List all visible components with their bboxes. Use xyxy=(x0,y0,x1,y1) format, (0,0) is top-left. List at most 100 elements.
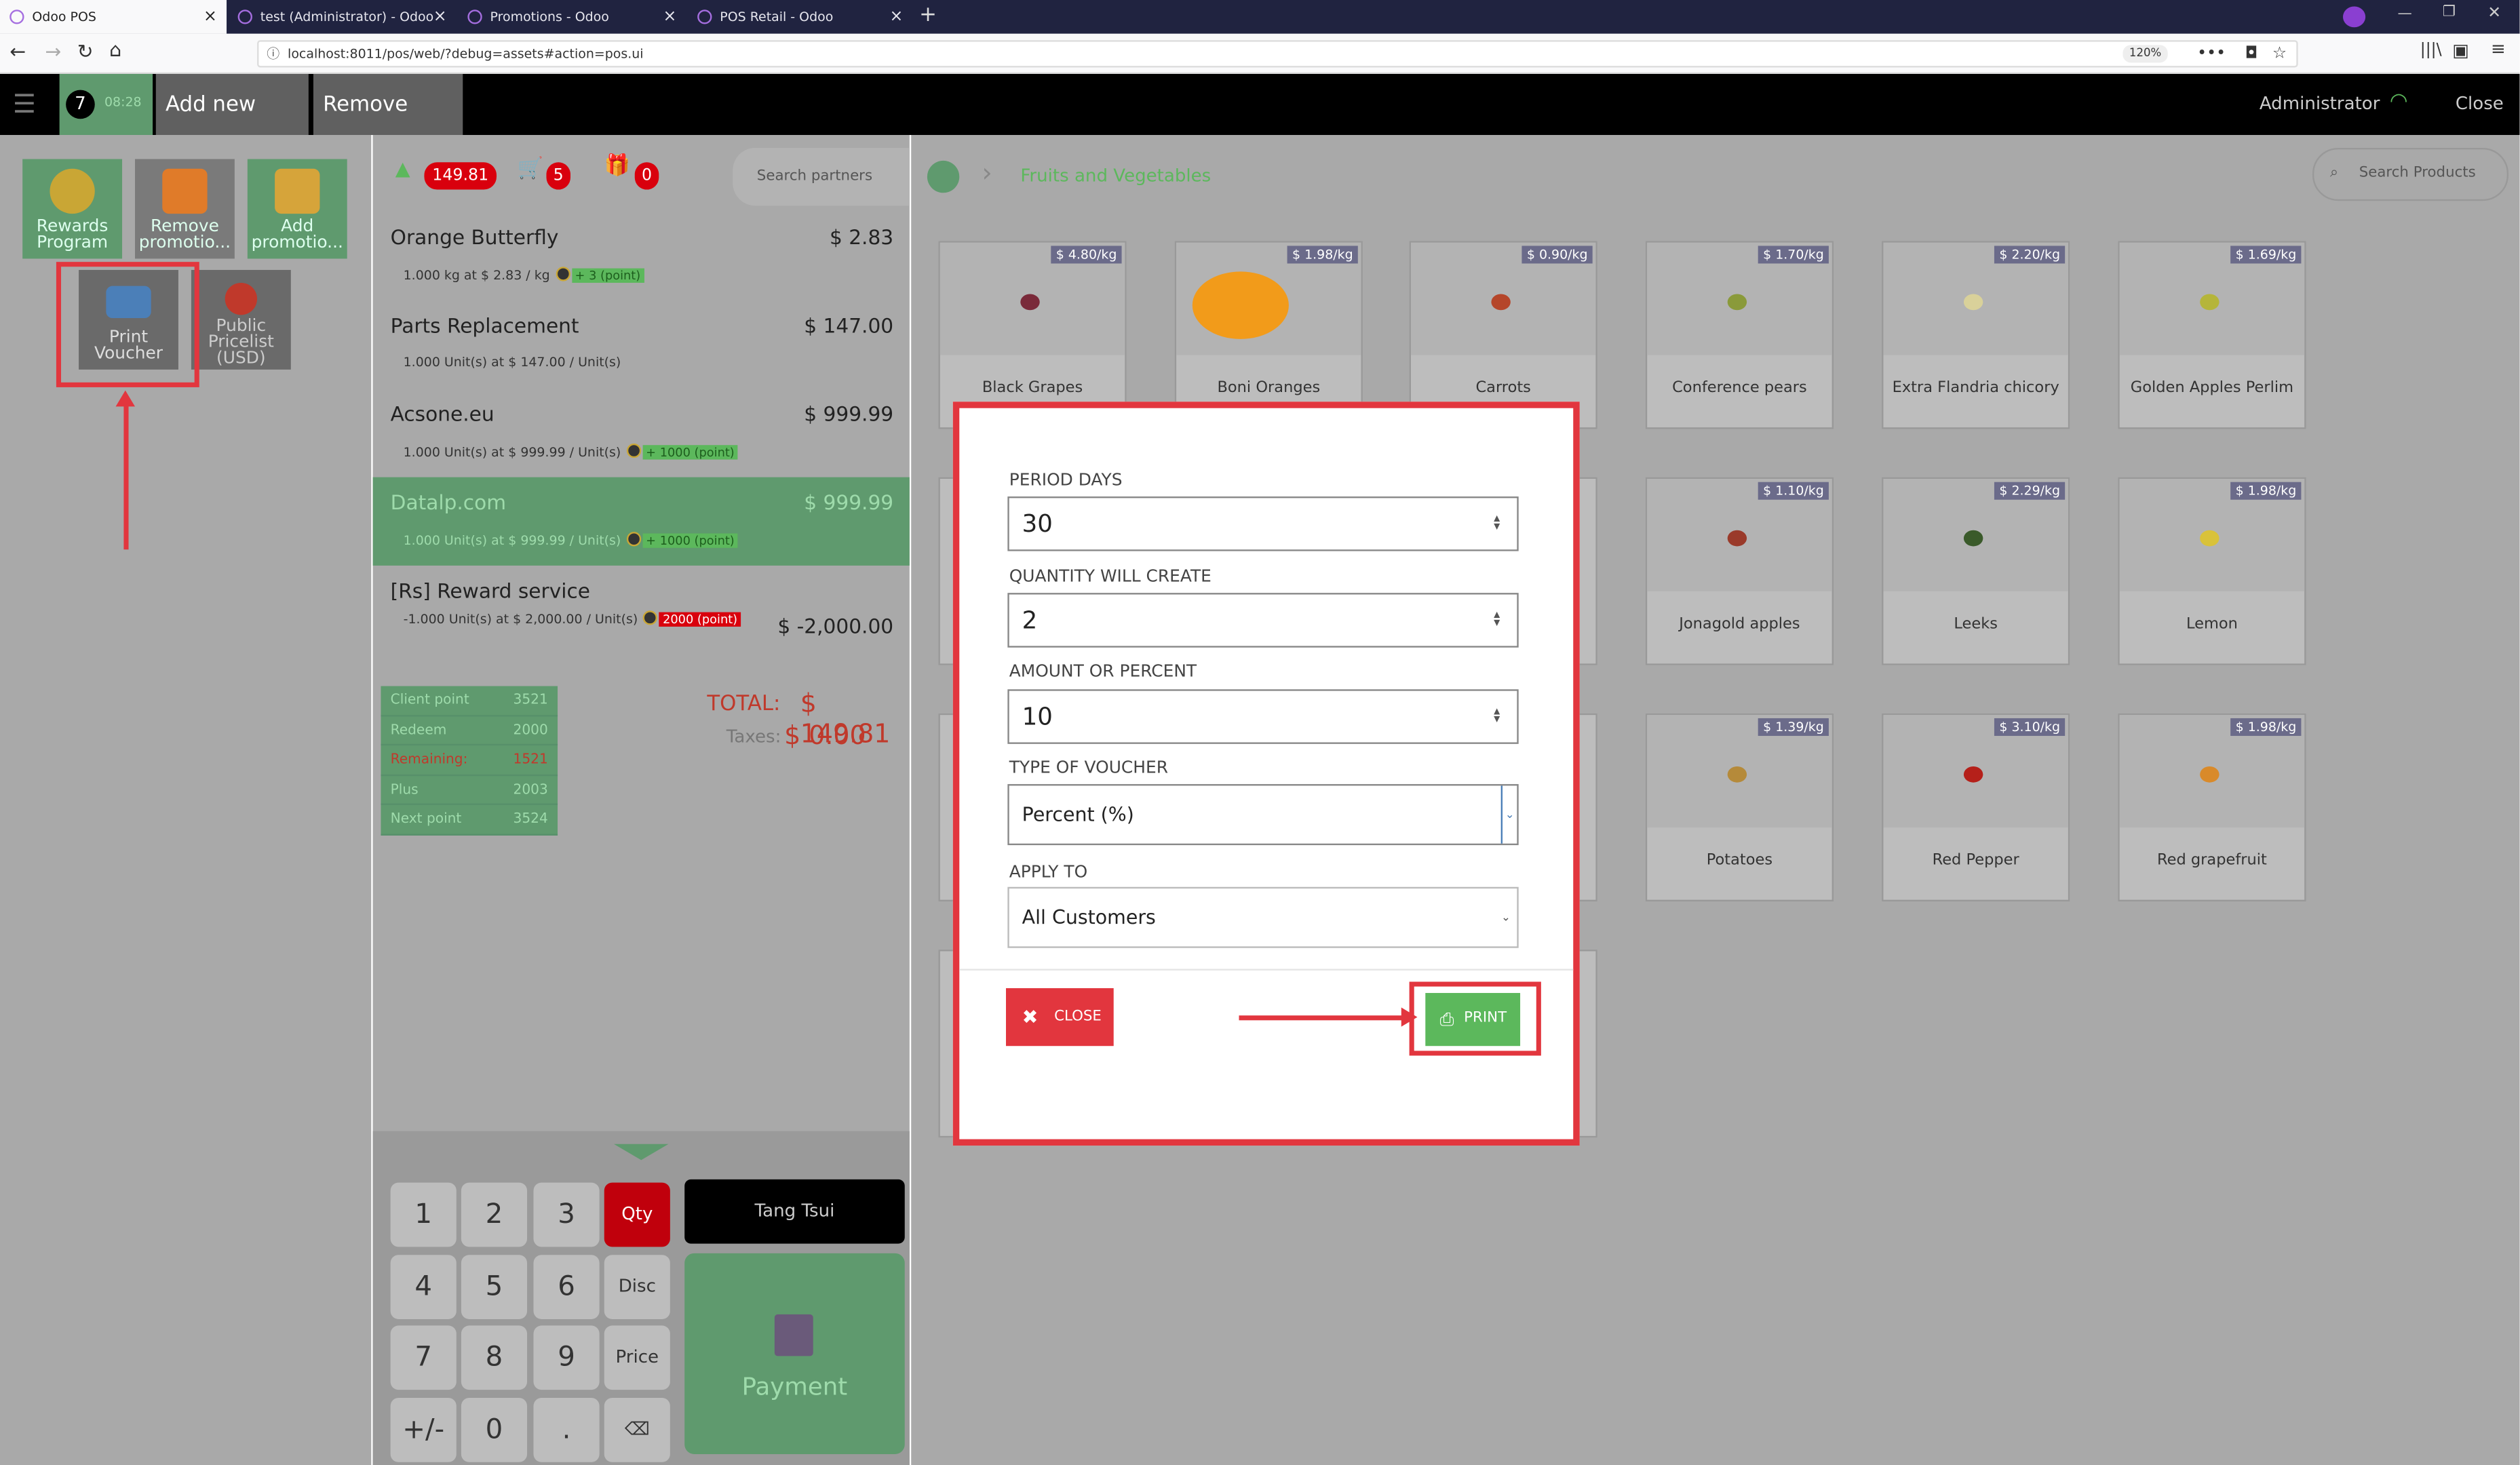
add-new-order-button[interactable]: Add new order xyxy=(155,73,309,182)
product-card[interactable]: $ 3.10/kg Red Pepper xyxy=(1882,713,2070,902)
product-card[interactable]: $ 1.98/kg Boni Oranges xyxy=(1174,241,1363,429)
order-time: 08:28 xyxy=(104,94,142,110)
product-card[interactable]: $ 1.70/kg Conference pears xyxy=(1645,241,1834,429)
minimize-icon[interactable]: — xyxy=(2398,6,2412,22)
new-tab-button[interactable]: + xyxy=(919,3,937,28)
sidebar-toggle-icon[interactable]: ▣ xyxy=(2452,40,2469,61)
reload-icon[interactable]: ↻ xyxy=(77,40,94,62)
numpad-key[interactable]: 5 xyxy=(461,1255,528,1319)
order-line[interactable]: [Rs] Reward service $ -2,000.00 -1.000 Uni… xyxy=(373,566,910,654)
add-promotion-button[interactable]: Add promotio... xyxy=(247,159,347,259)
product-card[interactable]: $ 0.90/kg Carrots xyxy=(1409,241,1597,429)
order-line[interactable]: Acsone.eu $ 999.99 1.000 Unit(s) at $ 999.… xyxy=(373,389,910,477)
restore-icon[interactable]: ❐ xyxy=(2443,5,2456,21)
numpad-key[interactable]: 8 xyxy=(461,1325,528,1390)
quantity-label: QUANTITY WILL CREATE xyxy=(1009,567,1211,587)
remove-promotion-button[interactable]: Remove promotio... xyxy=(134,159,235,259)
numpad-key[interactable]: 9 xyxy=(533,1325,600,1390)
search-icon: ⌕ xyxy=(2330,165,2339,182)
numpad-key[interactable]: 2 xyxy=(461,1182,528,1247)
gift-icon[interactable]: 🎁 xyxy=(604,154,630,178)
product-name: Black Grapes xyxy=(982,379,1083,397)
close-tab-icon[interactable]: × xyxy=(203,0,217,34)
category-breadcrumb[interactable]: Fruits and Vegetables xyxy=(1020,165,1211,187)
total-label: TOTAL: xyxy=(707,692,781,717)
order-line[interactable]: Orange Butterfly $ 2.83 1.000 kg at $ 2.83… xyxy=(373,212,910,300)
numpad-key[interactable]: 1 xyxy=(390,1182,457,1247)
numpad-key[interactable]: 6 xyxy=(533,1255,600,1319)
more-actions-icon[interactable]: ••• xyxy=(2197,42,2226,66)
stepper-icon[interactable]: ▲ ▼ xyxy=(1490,515,1504,532)
order-tab[interactable]: 7 08:28 xyxy=(59,73,153,135)
home-category-icon[interactable] xyxy=(927,160,960,193)
numpad-key[interactable]: . xyxy=(533,1398,600,1462)
product-name: Carrots xyxy=(1475,379,1531,397)
order-line-name: Orange Butterfly xyxy=(390,224,559,250)
order-line-detail: 1.000 Unit(s) at $ 999.99 / Unit(s) + 10… xyxy=(404,443,738,460)
product-name: Lemon xyxy=(2186,615,2238,633)
search-products-input[interactable]: ⌕ Search Products xyxy=(2312,147,2509,201)
close-tab-icon[interactable]: × xyxy=(663,0,676,34)
product-card[interactable]: $ 1.98/kg Red grapefruit xyxy=(2118,713,2306,902)
username[interactable]: Administrator xyxy=(2260,93,2380,114)
apply-to-select[interactable]: All Customers ⌄ xyxy=(1007,886,1519,948)
numpad-key[interactable]: 4 xyxy=(390,1255,457,1319)
numpad-key[interactable]: Qty xyxy=(604,1182,670,1247)
customer-button[interactable]: Tang Tsui xyxy=(684,1179,905,1244)
numpad-key[interactable]: Price xyxy=(604,1325,670,1390)
amount-input[interactable]: 10 ▲ ▼ xyxy=(1007,689,1519,744)
window-close-icon[interactable]: ✕ xyxy=(2487,5,2501,22)
order-line[interactable]: Parts Replacement $ 147.00 1.000 Unit(s) a… xyxy=(373,300,910,389)
tab-promotions[interactable]: Promotions - Odoo × xyxy=(458,0,686,34)
quantity-input[interactable]: 2 ▲ ▼ xyxy=(1007,593,1519,648)
pocket-icon[interactable]: ◘ xyxy=(2245,42,2258,66)
library-icon[interactable]: |||\ xyxy=(2420,42,2442,60)
stepper-icon[interactable]: ▲ ▼ xyxy=(1490,611,1504,629)
product-price: $ 2.20/kg xyxy=(1994,246,2066,264)
tab-test-admin[interactable]: test (Administrator) - Odoo × xyxy=(228,0,456,34)
breadcrumb-chevron-icon: › xyxy=(982,157,992,189)
public-pricelist-button[interactable]: Public Pricelist (USD) xyxy=(191,269,291,370)
url-bar[interactable]: ⓘ localhost:8011/pos/web/?debug=assets#a… xyxy=(257,40,2298,68)
chevron-down-icon[interactable]: ⌄ xyxy=(1500,785,1517,844)
rewards-program-button[interactable]: Rewards Program xyxy=(22,159,123,259)
product-card[interactable]: $ 2.29/kg Leeks xyxy=(1882,477,2070,665)
search-partners-input[interactable]: Search partners xyxy=(733,147,910,206)
numpad-key[interactable]: Disc xyxy=(604,1255,670,1319)
tab-pos-retail[interactable]: POS Retail - Odoo × xyxy=(688,0,913,34)
product-card[interactable]: $ 1.39/kg Potatoes xyxy=(1645,713,1834,902)
numpad-key[interactable]: 3 xyxy=(533,1182,600,1247)
bookmark-star-icon[interactable]: ☆ xyxy=(2272,42,2287,66)
product-card[interactable]: $ 2.20/kg Extra Flandria chicory xyxy=(1882,241,2070,429)
tab-odoo-pos[interactable]: Odoo POS × xyxy=(0,0,227,34)
close-button[interactable]: ✖ CLOSE xyxy=(1005,988,1114,1047)
hamburger-menu-icon[interactable]: ☰ xyxy=(13,89,36,119)
numpad-key[interactable]: +/- xyxy=(390,1398,457,1462)
stepper-icon[interactable]: ▲ ▼ xyxy=(1490,708,1504,725)
menu-icon[interactable]: ≡ xyxy=(2491,39,2506,60)
payment-button[interactable]: Payment xyxy=(684,1253,905,1454)
chevron-down-icon[interactable]: ⌄ xyxy=(1501,888,1511,946)
product-card[interactable]: $ 1.10/kg Jonagold apples xyxy=(1645,477,1834,665)
back-icon[interactable]: ← xyxy=(9,40,26,62)
home-icon[interactable]: ⌂ xyxy=(109,39,121,61)
product-price: $ 1.98/kg xyxy=(1287,246,1358,264)
forward-icon[interactable]: → xyxy=(45,40,61,62)
order-line[interactable]: Datalp.com $ 999.99 1.000 Unit(s) at $ 999… xyxy=(372,477,910,566)
product-card[interactable]: $ 1.69/kg Golden Apples Perlim xyxy=(2118,241,2306,429)
product-card[interactable]: $ 4.80/kg Black Grapes xyxy=(938,241,1127,429)
close-pos-button[interactable]: Close xyxy=(2456,93,2504,114)
numpad-key[interactable]: 7 xyxy=(390,1325,457,1390)
close-tab-icon[interactable]: × xyxy=(433,0,447,34)
period-days-input[interactable]: 30 ▲ ▼ xyxy=(1007,496,1519,551)
numpad-key[interactable]: ⌫ xyxy=(604,1398,670,1462)
numpad-key[interactable]: 0 xyxy=(461,1398,528,1462)
zoom-level[interactable]: 120% xyxy=(2122,45,2168,63)
product-card[interactable]: $ 1.98/kg Lemon xyxy=(2118,477,2306,665)
close-tab-icon[interactable]: × xyxy=(890,0,904,34)
remove-order-button[interactable]: Remove order xyxy=(313,73,463,182)
medal-icon xyxy=(50,168,95,214)
collapse-arrow-icon[interactable] xyxy=(613,1144,669,1160)
voucher-type-select[interactable]: Percent (%) ⌄ xyxy=(1007,784,1519,846)
cart-icon[interactable]: 🛒 xyxy=(518,157,543,182)
